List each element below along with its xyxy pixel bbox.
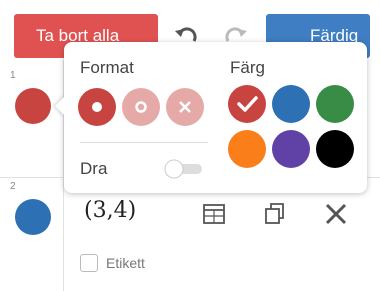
popover-separator — [80, 142, 208, 143]
expression-text[interactable]: (3,4) — [84, 198, 136, 223]
table-icon[interactable] — [201, 201, 227, 227]
drag-label: Dra — [80, 159, 108, 178]
row-number: 2 — [10, 181, 16, 192]
color-option-green[interactable] — [316, 85, 354, 123]
label-option-text: Etikett — [106, 255, 145, 271]
color-title: Färg — [230, 58, 265, 77]
point-style-cross-option[interactable] — [166, 88, 204, 126]
row-number: 1 — [10, 70, 16, 81]
color-option-blue[interactable] — [272, 85, 310, 123]
format-title: Format — [80, 58, 134, 77]
color-option-black[interactable] — [316, 130, 354, 168]
style-popover: Format Färg Dra — [55, 42, 367, 193]
point-style-filled-option[interactable] — [78, 88, 116, 126]
color-dot[interactable] — [15, 88, 51, 124]
point-style-open-option[interactable] — [122, 88, 160, 126]
checkmark-icon — [237, 96, 258, 112]
drag-toggle[interactable] — [164, 159, 204, 179]
label-option[interactable]: Etikett — [80, 254, 145, 272]
color-option-orange[interactable] — [228, 130, 266, 168]
cross-icon — [179, 101, 191, 113]
duplicate-icon[interactable] — [262, 201, 288, 227]
color-option-purple[interactable] — [272, 130, 310, 168]
open-dot-icon — [135, 101, 147, 113]
delete-icon[interactable] — [323, 201, 349, 227]
color-option-red[interactable] — [228, 85, 266, 123]
color-dot[interactable] — [15, 199, 51, 235]
label-checkbox[interactable] — [80, 254, 98, 272]
filled-dot-icon — [92, 102, 102, 112]
